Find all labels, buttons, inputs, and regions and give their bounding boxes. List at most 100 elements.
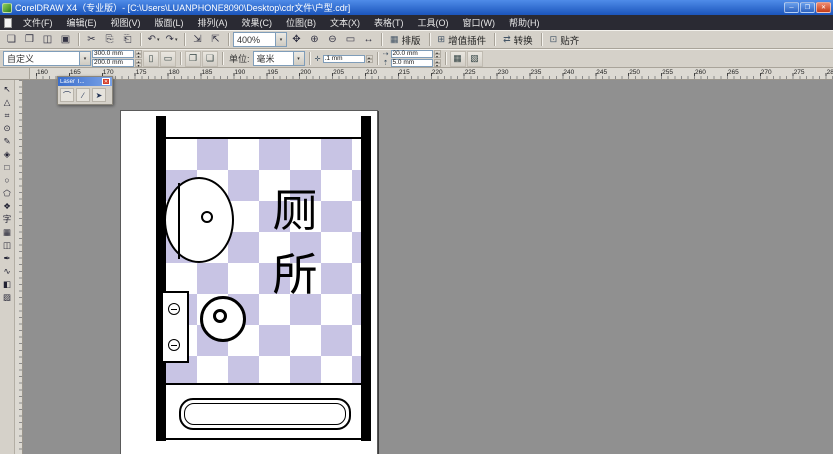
menu-text[interactable]: 文本(X) bbox=[323, 15, 367, 30]
drawing-canvas[interactable]: 厕所 bbox=[23, 80, 833, 454]
open-icon[interactable]: ❒ bbox=[21, 32, 38, 48]
menu-layout[interactable]: 版面(L) bbox=[148, 15, 191, 30]
new-document-icon[interactable]: ❏ bbox=[3, 32, 20, 48]
chevron-down-icon[interactable]: ▾ bbox=[293, 52, 304, 65]
right-wall-shape[interactable] bbox=[361, 116, 371, 441]
interactive-fill-tool-icon[interactable]: ▨ bbox=[1, 291, 14, 303]
page-height-spinner[interactable]: ▴▾ bbox=[135, 59, 142, 67]
rectangle-tool-icon[interactable]: □ bbox=[1, 161, 14, 173]
cut-icon[interactable]: ✂ bbox=[83, 32, 100, 48]
duplicate-x-spinner[interactable]: ▴▾ bbox=[434, 50, 441, 58]
landscape-icon[interactable]: ▭ bbox=[160, 51, 176, 67]
zoom-level-combo[interactable]: 400% ▾ bbox=[233, 32, 287, 47]
polygon-tool-icon[interactable]: ⬠ bbox=[1, 187, 14, 199]
menu-help[interactable]: 帮助(H) bbox=[502, 15, 547, 30]
copy-icon[interactable]: ⎘ bbox=[101, 32, 118, 48]
menu-table[interactable]: 表格(T) bbox=[367, 15, 411, 30]
eyedropper-tool-icon[interactable]: ✒ bbox=[1, 252, 14, 264]
duplicate-y-spinner[interactable]: ▴▾ bbox=[434, 59, 441, 67]
all-pages-icon[interactable]: ❐ bbox=[185, 51, 201, 67]
laser-tool-2-icon[interactable]: ∕ bbox=[76, 88, 90, 102]
zoom-tool-icon[interactable]: ⊙ bbox=[1, 122, 14, 134]
print-icon[interactable]: ▣ bbox=[57, 32, 74, 48]
page-width-spinner[interactable]: ▴▾ bbox=[135, 50, 142, 58]
bathtub-shape[interactable] bbox=[179, 398, 351, 430]
plugin-button[interactable]: ⊞ 增值插件 bbox=[434, 32, 491, 48]
text-tool-icon[interactable]: 字 bbox=[1, 213, 14, 225]
bottom-line-shape[interactable] bbox=[166, 438, 361, 440]
close-button[interactable]: ✕ bbox=[816, 2, 831, 13]
layout-button[interactable]: ▦ 排版 bbox=[386, 32, 425, 48]
duplicate-x-field[interactable]: 20.0 mm bbox=[391, 50, 433, 58]
menu-window[interactable]: 窗口(W) bbox=[456, 15, 503, 30]
page-width-field[interactable]: 300.0 mm bbox=[92, 50, 134, 58]
basic-shapes-tool-icon[interactable]: ❖ bbox=[1, 200, 14, 212]
chevron-down-icon[interactable]: ▾ bbox=[175, 37, 178, 43]
shape-tool-icon[interactable]: △ bbox=[1, 96, 14, 108]
redo-icon[interactable]: ↷ ▾ bbox=[163, 32, 180, 48]
smart-fill-tool-icon[interactable]: ◈ bbox=[1, 148, 14, 160]
menu-edit[interactable]: 编辑(E) bbox=[60, 15, 104, 30]
document-page[interactable]: 厕所 bbox=[120, 110, 378, 454]
snap-button[interactable]: ⊡ 贴齐 bbox=[546, 32, 584, 48]
ruler-number: 170 bbox=[103, 69, 114, 76]
paste-icon[interactable]: ⎗ bbox=[119, 32, 136, 48]
table-tool-icon[interactable]: ▦ bbox=[1, 226, 14, 238]
vertical-ruler[interactable] bbox=[15, 80, 23, 454]
close-icon[interactable]: ✕ bbox=[102, 78, 110, 85]
snap-settings-icon[interactable]: ▦ bbox=[450, 51, 466, 67]
pan-icon[interactable]: ✥ bbox=[288, 32, 305, 48]
laser-tool-3-icon[interactable]: ➤ bbox=[92, 88, 106, 102]
restore-button[interactable]: ❐ bbox=[800, 2, 815, 13]
toilet-bowl-shape[interactable] bbox=[200, 296, 246, 342]
export-icon[interactable]: ⇱ bbox=[207, 32, 224, 48]
chevron-down-icon[interactable]: ▾ bbox=[157, 37, 160, 43]
left-wall-shape[interactable] bbox=[156, 116, 166, 441]
portrait-icon[interactable]: ▯ bbox=[143, 51, 159, 67]
minimize-button[interactable]: ─ bbox=[784, 2, 799, 13]
floating-toolbar-body: ⌒ ∕ ➤ bbox=[58, 86, 112, 104]
zoom-width-icon[interactable]: ↔ bbox=[360, 32, 377, 48]
menu-effects[interactable]: 效果(C) bbox=[235, 15, 280, 30]
crop-tool-icon[interactable]: ⌗ bbox=[1, 109, 14, 121]
divider-line-shape[interactable] bbox=[166, 383, 361, 385]
save-icon[interactable]: ◫ bbox=[39, 32, 56, 48]
ruler-origin-corner[interactable] bbox=[0, 68, 30, 80]
freehand-tool-icon[interactable]: ✎ bbox=[1, 135, 14, 147]
ellipse-tool-icon[interactable]: ○ bbox=[1, 174, 14, 186]
sink-shape[interactable] bbox=[164, 177, 234, 263]
page-height-field[interactable]: 200.0 mm bbox=[92, 59, 134, 67]
grid-settings-icon[interactable]: ▧ bbox=[467, 51, 483, 67]
fill-tool-icon[interactable]: ◧ bbox=[1, 278, 14, 290]
chevron-down-icon[interactable]: ▾ bbox=[275, 33, 286, 46]
convert-button[interactable]: ⇄ 转换 bbox=[499, 32, 537, 48]
zoom-in-icon[interactable]: ⊕ bbox=[306, 32, 323, 48]
units-combo[interactable]: 毫米 ▾ bbox=[253, 51, 305, 66]
chevron-down-icon[interactable]: ▾ bbox=[79, 52, 90, 65]
pick-tool-icon[interactable]: ↖ bbox=[1, 83, 14, 95]
menu-bitmaps[interactable]: 位图(B) bbox=[279, 15, 323, 30]
menu-file[interactable]: 文件(F) bbox=[16, 15, 60, 30]
menu-view[interactable]: 视图(V) bbox=[104, 15, 148, 30]
page-preset-combo[interactable]: 自定义 ▾ bbox=[3, 51, 91, 66]
room-label-text[interactable]: 厕所 bbox=[267, 179, 323, 307]
separator bbox=[222, 52, 223, 65]
blend-tool-icon[interactable]: ◫ bbox=[1, 239, 14, 251]
duplicate-y-field[interactable]: 5.0 mm bbox=[391, 59, 433, 67]
zoom-out-icon[interactable]: ⊖ bbox=[324, 32, 341, 48]
nudge-spinner[interactable]: ▴▾ bbox=[366, 55, 373, 63]
plugin-icon: ⊞ bbox=[438, 34, 446, 45]
horizontal-ruler[interactable]: 1601651701751801851901952002052102152202… bbox=[30, 68, 833, 80]
outline-tool-icon[interactable]: ∿ bbox=[1, 265, 14, 277]
laser-floating-toolbar[interactable]: Laser T... ✕ ⌒ ∕ ➤ bbox=[57, 76, 113, 105]
zoom-page-icon[interactable]: ▭ bbox=[342, 32, 359, 48]
import-icon[interactable]: ⇲ bbox=[189, 32, 206, 48]
toilet-tank-shape[interactable] bbox=[161, 291, 189, 363]
current-page-icon[interactable]: ❏ bbox=[202, 51, 218, 67]
undo-icon[interactable]: ↶ ▾ bbox=[145, 32, 162, 48]
floating-toolbar-titlebar[interactable]: Laser T... ✕ bbox=[58, 77, 112, 86]
laser-tool-1-icon[interactable]: ⌒ bbox=[60, 88, 74, 102]
nudge-field[interactable]: .1 mm bbox=[323, 55, 365, 63]
menu-tools[interactable]: 工具(O) bbox=[411, 15, 456, 30]
menu-arrange[interactable]: 排列(A) bbox=[191, 15, 235, 30]
